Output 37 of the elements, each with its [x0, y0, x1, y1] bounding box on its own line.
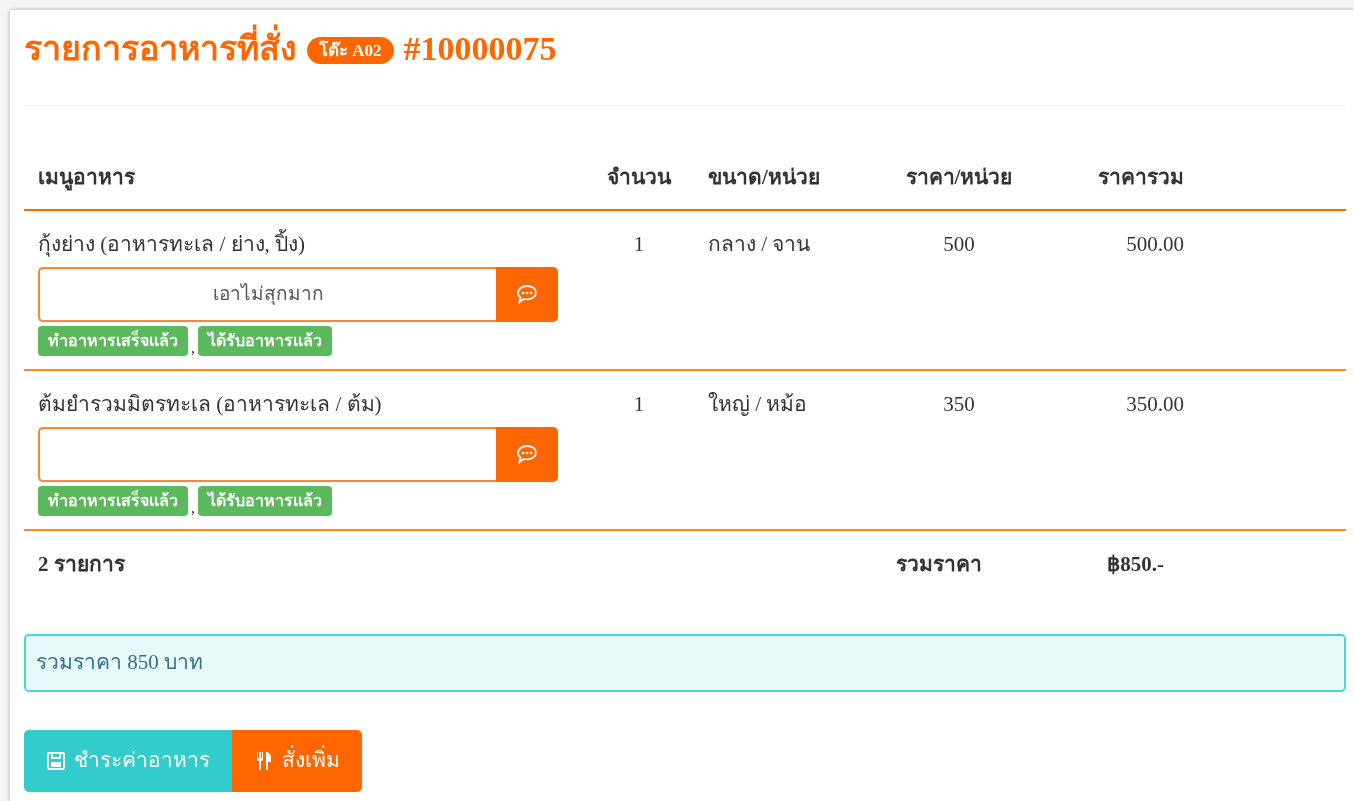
- status-label: ทำอาหารเสร็จแล้ว: [38, 485, 188, 516]
- status-label: ทำอาหารเสร็จแล้ว: [38, 325, 188, 356]
- grand-total: ฿850.-: [1106, 551, 1165, 579]
- speech-bubble-icon: [516, 284, 538, 304]
- table-cell-text: 350: [942, 391, 976, 418]
- column-header: ราคา/หน่วย: [904, 163, 1014, 191]
- order-more-button[interactable]: สั่งเพิ่ม: [232, 730, 362, 792]
- column-header: ราคารวม: [1097, 163, 1185, 191]
- table-cell-text: 1: [632, 231, 646, 258]
- comment-button[interactable]: [496, 426, 558, 482]
- item-count: 2 รายการ: [37, 551, 126, 579]
- comma-separator: ,: [191, 499, 195, 516]
- table-cell-text: กลาง / จาน: [707, 231, 812, 258]
- table-cell-text: 1: [632, 391, 646, 418]
- table-cell-text: 500.00: [1125, 231, 1185, 258]
- total-label: รวมราคา: [895, 551, 983, 579]
- menu-item-name: กุ้งย่าง (อาหารทะเล / ย่าง, ปิ้ง): [38, 229, 306, 261]
- table-cell-text: 350.00: [1125, 391, 1185, 418]
- table-badge: โต๊ะ A02: [307, 36, 394, 65]
- menu-item-name: ต้มยำรวมมิตรทะเล (อาหารทะเล / ต้ม): [38, 391, 382, 418]
- fork-and-knife-icon: [254, 751, 274, 771]
- comment-button[interactable]: [496, 266, 558, 322]
- note-field[interactable]: [38, 426, 496, 482]
- pay-button[interactable]: ชำระค่าอาหาร: [24, 730, 232, 792]
- column-header: จำนวน: [606, 163, 673, 191]
- comma-separator: ,: [191, 339, 195, 356]
- order-number: #10000075: [403, 29, 557, 69]
- total-alert: รวมราคา 850 บาท: [24, 634, 1346, 692]
- page-title: รายการอาหารที่สั่ง: [24, 23, 297, 74]
- note-field[interactable]: เอาไม่สุกมาก: [38, 266, 496, 322]
- table-cell-text: 500: [942, 231, 976, 258]
- speech-bubble-icon: [516, 444, 538, 464]
- table-cell-text: ใหญ่ / หม้อ: [707, 391, 809, 418]
- column-header: ขนาด/หน่วย: [707, 163, 821, 191]
- column-header: เมนูอาหาร: [37, 163, 136, 193]
- status-label: ได้รับอาหารแล้ว: [198, 325, 332, 356]
- status-label: ได้รับอาหารแล้ว: [198, 485, 332, 516]
